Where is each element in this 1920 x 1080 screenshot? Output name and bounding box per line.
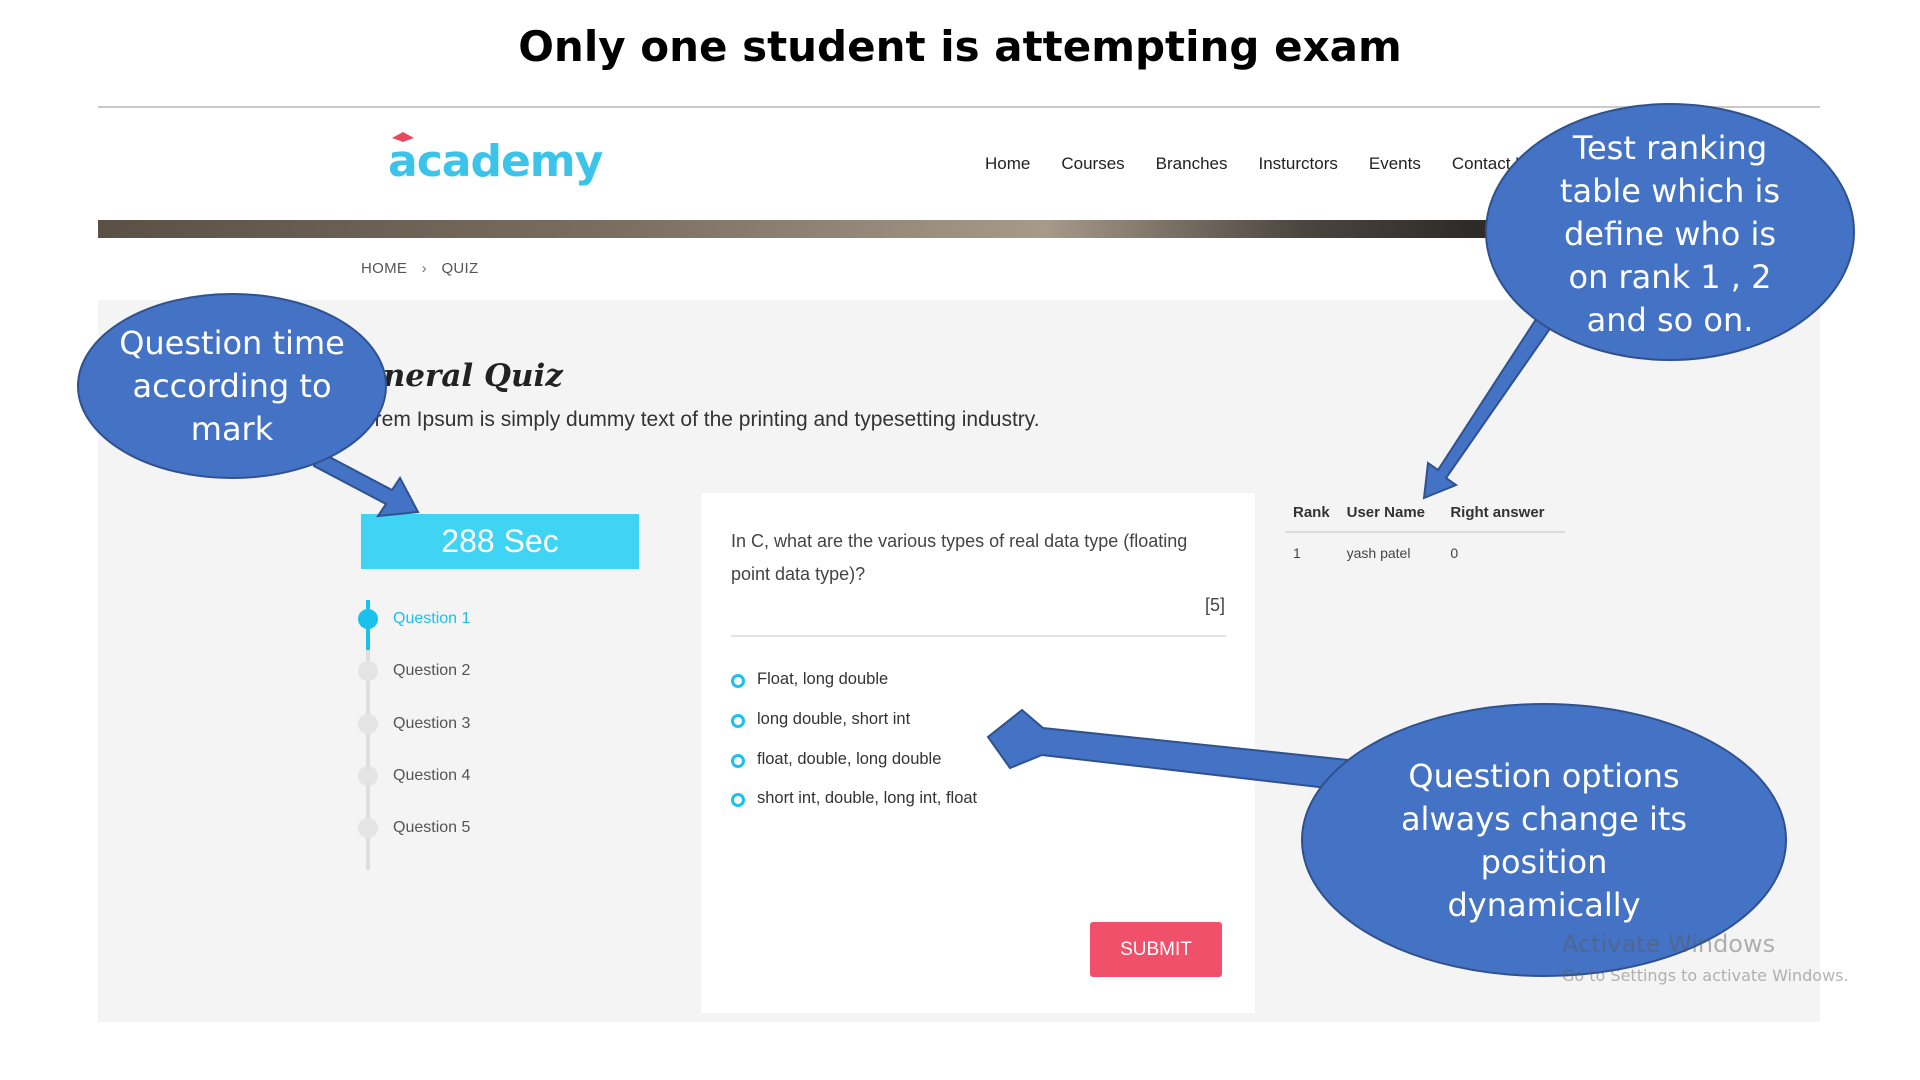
watermark-title: Activate Windows: [1562, 930, 1776, 958]
nav-contact[interactable]: Contact U: [1452, 154, 1528, 174]
site-logo[interactable]: academy: [388, 132, 603, 187]
radio-button[interactable]: [731, 754, 745, 768]
step-dot-icon: [358, 766, 378, 786]
right-answer-header: Right answer: [1442, 494, 1565, 533]
answer-option-1[interactable]: Float, long double: [731, 670, 1226, 694]
breadcrumb-home[interactable]: HOME: [361, 260, 407, 277]
submit-button[interactable]: SUBMIT: [1090, 922, 1222, 977]
question-nav-item-1[interactable]: Question 1: [358, 608, 561, 634]
watermark-subtitle: Go to Settings to activate Windows.: [1562, 966, 1849, 985]
radio-button[interactable]: [731, 793, 745, 807]
question-text: In C, what are the various types of real…: [731, 531, 1188, 584]
logo-text: academy: [388, 136, 603, 187]
rank-header: Rank: [1285, 494, 1339, 533]
quiz-title: eneral Quiz: [363, 358, 563, 394]
username-header: User Name: [1338, 494, 1443, 533]
question-nav-item-3[interactable]: Question 3: [358, 713, 561, 739]
options-callout-text: Question options always change its posit…: [1400, 757, 1688, 924]
question-timer: 288 Sec: [361, 514, 639, 569]
right-answer-cell: 0: [1450, 545, 1459, 561]
answer-option-2[interactable]: long double, short int: [731, 710, 1226, 734]
question-marks: [5]: [1204, 595, 1225, 615]
option-label: long double, short int: [757, 710, 911, 728]
step-dot-icon: [358, 818, 378, 838]
radio-button[interactable]: [731, 714, 745, 728]
question-nav-label: Question 4: [393, 767, 471, 784]
option-label: float, double, long double: [757, 750, 942, 768]
nav-home[interactable]: Home: [985, 154, 1030, 174]
timer-callout-text: Question time according to mark: [119, 323, 345, 448]
step-dot-icon: [358, 714, 378, 734]
question-nav-item-4[interactable]: Question 4: [358, 765, 561, 791]
ranking-header-row: Rank User Name Right answer: [1285, 494, 1565, 533]
quiz-subtitle: orem Ipsum is simply dummy text of the p…: [363, 408, 1040, 431]
answer-option-3[interactable]: float, double, long double: [731, 750, 1226, 774]
table-row: 1 yash patel 0: [1285, 532, 1565, 571]
breadcrumb: HOME › QUIZ: [361, 260, 478, 277]
ranking-table: Rank User Name Right answer 1 yash patel…: [1285, 494, 1565, 571]
main-nav: Home Courses Branches Insturctors Events…: [985, 154, 1527, 174]
radio-button[interactable]: [731, 674, 745, 688]
question-card: In C, what are the various types of real…: [701, 493, 1255, 1013]
question-nav-label: Question 5: [393, 819, 471, 836]
answer-option-4[interactable]: short int, double, long int, float: [731, 789, 1226, 813]
step-dot-icon: [358, 609, 378, 629]
nav-events[interactable]: Events: [1369, 154, 1421, 174]
graduation-cap-icon: [392, 132, 414, 142]
nav-courses[interactable]: Courses: [1061, 154, 1124, 174]
question-nav-label: Question 1: [393, 610, 471, 627]
breadcrumb-separator: ›: [421, 260, 427, 277]
option-label: Float, long double: [757, 670, 889, 688]
rank-cell: 1: [1293, 545, 1301, 561]
activation-watermark: Activate Windows Go to Settings to activ…: [1562, 930, 1849, 985]
ranking-callout-text: Test ranking table which is define who i…: [1559, 128, 1781, 339]
step-dot-icon: [358, 661, 378, 681]
question-nav-label: Question 2: [393, 662, 471, 679]
option-label: short int, double, long int, float: [757, 789, 978, 807]
question-navigator: Question 1 Question 2 Question 3 Questio…: [358, 600, 561, 870]
question-nav-item-5[interactable]: Question 5: [358, 817, 561, 843]
question-nav-item-2[interactable]: Question 2: [358, 660, 561, 686]
nav-instructors[interactable]: Insturctors: [1259, 154, 1338, 174]
nav-branches[interactable]: Branches: [1156, 154, 1228, 174]
username-cell: yash patel: [1346, 545, 1411, 561]
question-divider: [731, 635, 1226, 637]
question-nav-label: Question 3: [393, 715, 471, 732]
breadcrumb-current: QUIZ: [441, 260, 479, 277]
slide-title: Only one student is attempting exam: [518, 22, 1402, 71]
